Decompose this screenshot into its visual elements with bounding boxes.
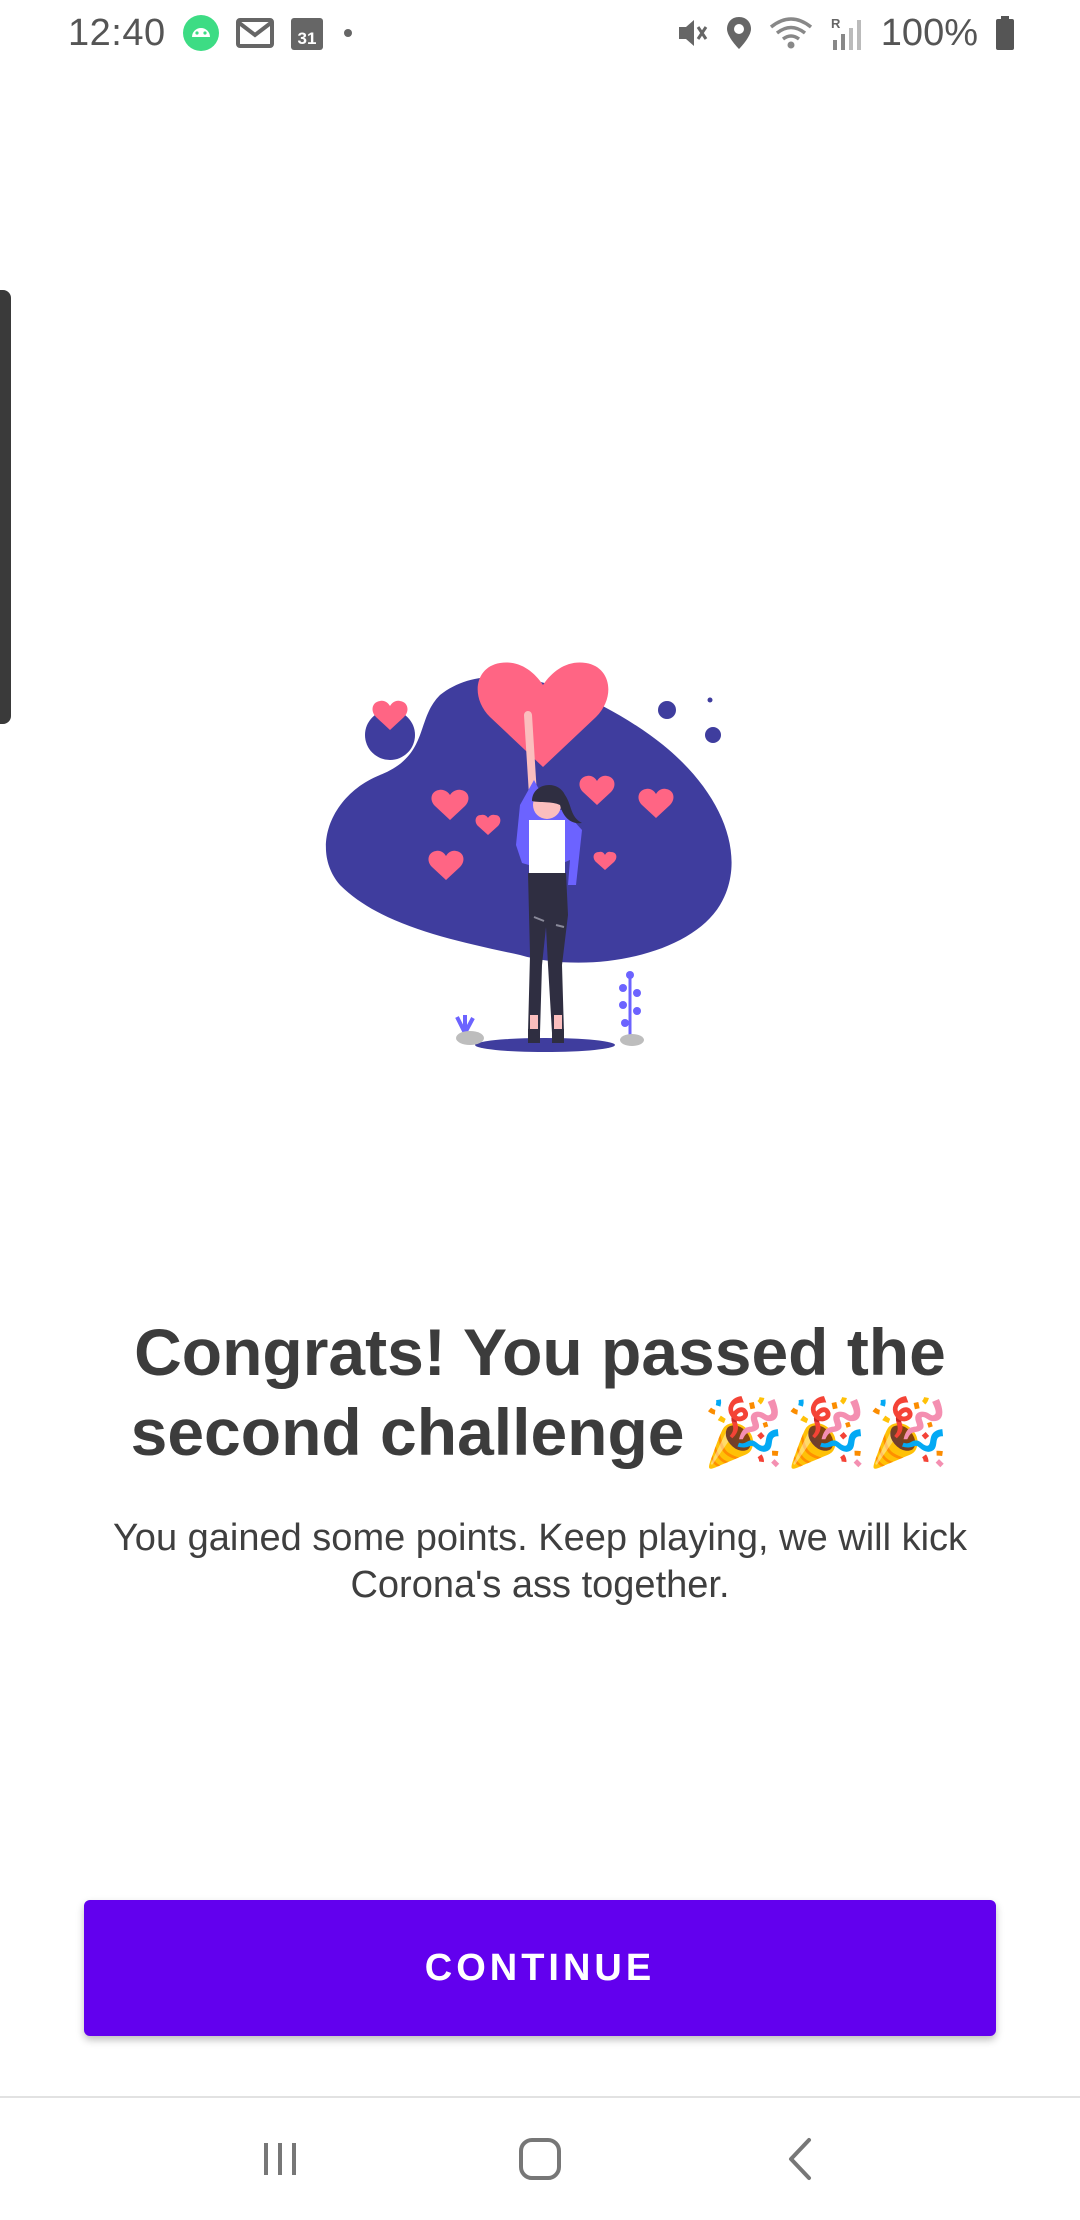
celebration-woman-hearts-illustration	[320, 655, 760, 1065]
shirt	[529, 820, 565, 875]
status-bar: 12:40 31 R 100%	[0, 0, 1080, 66]
recent-apps-button[interactable]	[235, 2114, 325, 2204]
back-icon	[789, 2138, 811, 2180]
svg-text:R: R	[831, 16, 841, 31]
navigation-bar	[0, 2096, 1080, 2220]
gmail-icon	[235, 13, 274, 53]
congrats-subtitle: You gained some points. Keep playing, we…	[112, 1517, 968, 1606]
shoe-right	[552, 1029, 564, 1043]
calendar-day: 31	[297, 29, 316, 48]
congrats-title: Congrats! You passed the second challeng…	[130, 1315, 950, 1469]
signal-roaming-icon: R	[829, 13, 865, 53]
raised-arm	[524, 711, 537, 799]
congrats-screen: 12:40 31 R 100% Congrats! You passed the…	[0, 0, 1080, 2220]
pants	[528, 873, 568, 1033]
shoe-left	[528, 1029, 540, 1043]
edge-panel-handle[interactable]	[0, 290, 11, 724]
back-button[interactable]	[755, 2114, 845, 2204]
dot-3	[707, 697, 713, 703]
status-left: 12:40 31	[68, 12, 356, 55]
home-button[interactable]	[495, 2114, 585, 2204]
location-icon	[725, 13, 753, 53]
continue-button[interactable]: CONTINUE	[84, 1900, 996, 2036]
home-icon	[519, 2138, 561, 2180]
battery-percent: 100%	[880, 11, 978, 54]
wifi-icon	[769, 13, 813, 53]
recent-apps-icon	[264, 2143, 296, 2175]
status-right: R 100%	[673, 12, 1016, 55]
vibrate-icon	[673, 13, 709, 53]
plant-left	[455, 1015, 475, 1034]
ground-shadow	[475, 1038, 615, 1052]
more-notifications-dot-icon	[340, 13, 356, 53]
calendar-icon: 31	[290, 13, 324, 53]
dot-1	[658, 701, 676, 719]
status-time: 12:40	[68, 11, 166, 54]
battery-icon	[994, 13, 1016, 53]
dot-2	[705, 727, 721, 743]
android-notification-icon	[182, 13, 220, 53]
